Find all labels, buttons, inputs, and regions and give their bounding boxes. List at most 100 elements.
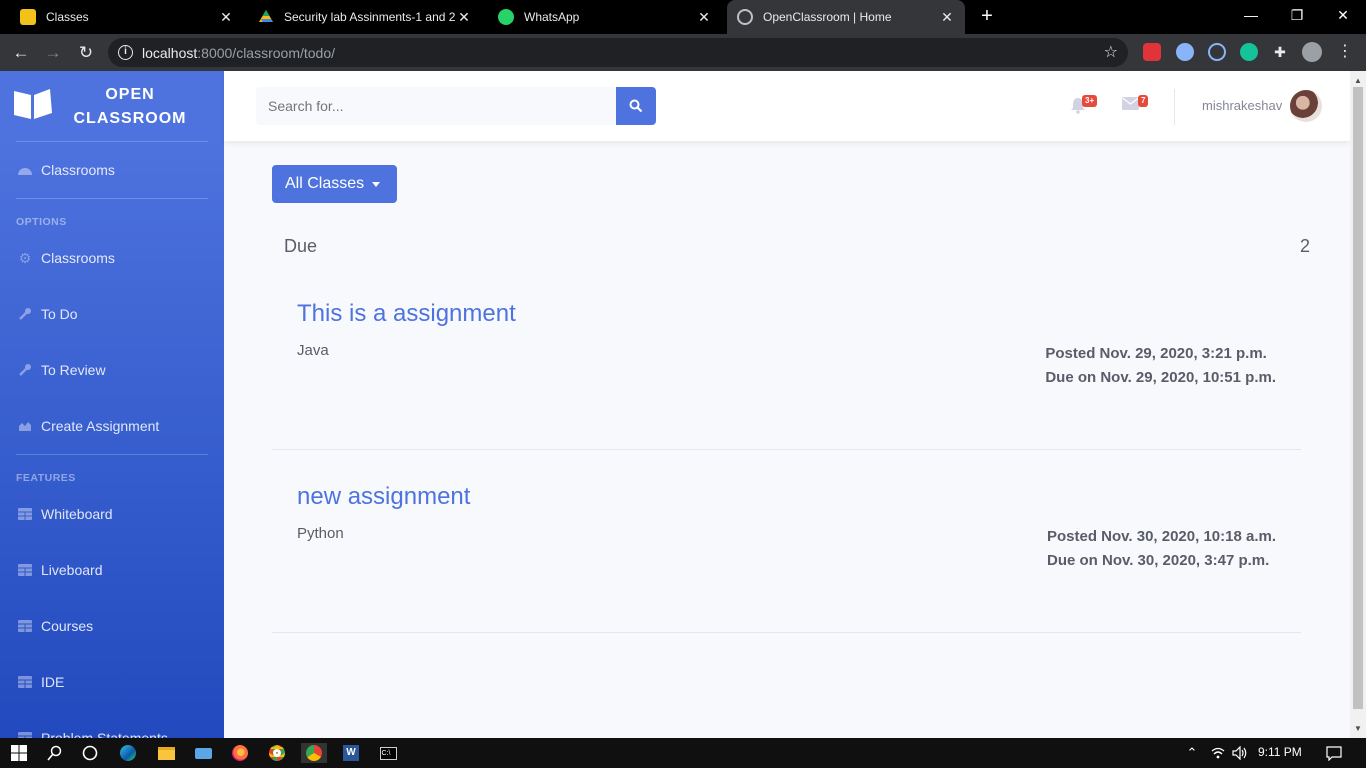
sidebar-item-label: Classrooms <box>41 250 115 266</box>
scroll-down-arrow-icon[interactable]: ▼ <box>1354 724 1362 733</box>
assignment-course: Python <box>297 525 344 542</box>
search-input[interactable] <box>256 87 616 125</box>
menu-kebab-icon[interactable]: ⋮ <box>1336 43 1354 61</box>
due-date: Due on Nov. 30, 2020, 3:47 p.m. <box>1046 552 1270 569</box>
reload-icon[interactable]: ↻ <box>73 40 99 66</box>
area-chart-icon <box>17 418 33 434</box>
globe-icon <box>737 9 753 25</box>
sidebar-item-ide[interactable]: IDE <box>0 662 224 702</box>
react-devtools-icon[interactable] <box>1208 43 1226 61</box>
sidebar-heading-features: FEATURES <box>16 472 76 484</box>
username[interactable]: mishrakeshav <box>1202 98 1282 113</box>
chrome-active-icon[interactable] <box>301 743 327 763</box>
sidebar-item-todo[interactable]: To Do <box>0 294 224 334</box>
search-icon[interactable] <box>45 743 65 763</box>
sidebar-item-create-assignment[interactable]: Create Assignment <box>0 406 224 446</box>
site-info-icon[interactable]: i <box>118 45 133 60</box>
tab-title: OpenClassroom | Home <box>763 10 892 24</box>
extension-icon[interactable] <box>1176 43 1194 61</box>
whatsapp-icon <box>498 9 514 25</box>
address-bar[interactable]: i localhost:8000/classroom/todo/ ☆ <box>108 38 1128 67</box>
sidebar-item-label: Liveboard <box>41 562 103 578</box>
avatar[interactable] <box>1290 90 1322 122</box>
minimize-icon[interactable]: — <box>1228 0 1274 32</box>
tab-security-lab[interactable]: Security lab Assinments-1 and 2.docx ✕ <box>248 0 482 34</box>
task-view-icon[interactable] <box>80 743 100 763</box>
table-icon <box>17 562 33 578</box>
sidebar-heading-options: OPTIONS <box>16 216 67 228</box>
table-icon <box>17 730 33 738</box>
page-scrollbar[interactable]: ▲ ▼ <box>1350 71 1366 738</box>
table-icon <box>17 506 33 522</box>
assignment-course: Java <box>297 342 329 359</box>
restore-icon[interactable]: ❐ <box>1274 0 1320 32</box>
tab-classes[interactable]: Classes ✕ <box>10 0 244 34</box>
close-window-icon[interactable]: ✕ <box>1320 0 1366 32</box>
tab-whatsapp[interactable]: WhatsApp ✕ <box>488 0 722 34</box>
puzzle-extensions-icon[interactable]: ✚ <box>1271 43 1289 61</box>
terminal-icon[interactable]: C:\ <box>378 743 398 763</box>
all-classes-dropdown[interactable]: All Classes <box>272 165 397 203</box>
close-tab-icon[interactable]: ✕ <box>456 9 472 26</box>
scrollbar-thumb[interactable] <box>1353 87 1363 709</box>
sidebar-item-label: Classrooms <box>41 162 115 178</box>
close-tab-icon[interactable]: ✕ <box>696 9 712 26</box>
close-tab-icon[interactable]: ✕ <box>939 9 955 26</box>
pocket-extension-icon[interactable] <box>1143 43 1161 61</box>
wifi-icon[interactable] <box>1208 743 1228 763</box>
wrench-icon <box>17 306 33 322</box>
keyboard-icon[interactable] <box>193 743 213 763</box>
sidebar-item-label: IDE <box>41 674 65 690</box>
assignment-dates: Posted Nov. 29, 2020, 3:21 p.m. Due on N… <box>1045 342 1276 390</box>
sidebar-item-to-review[interactable]: To Review <box>0 350 224 390</box>
grammarly-icon[interactable] <box>1240 43 1258 61</box>
file-explorer-icon[interactable] <box>156 743 176 763</box>
topbar-divider <box>1174 89 1175 125</box>
table-icon <box>17 618 33 634</box>
sidebar-item-liveboard[interactable]: Liveboard <box>0 550 224 590</box>
taskbar-clock[interactable]: 9:11 PM <box>1258 745 1302 759</box>
messages-badge: 7 <box>1138 95 1149 107</box>
brand[interactable]: OPEN CLASSROOM <box>0 71 224 141</box>
book-open-icon <box>14 89 52 119</box>
wrench-icon <box>17 362 33 378</box>
word-icon[interactable]: W <box>341 743 361 763</box>
browser-tab-strip: Classes ✕ Security lab Assinments-1 and … <box>0 0 1366 34</box>
tab-title: Classes <box>46 10 89 24</box>
chrome-icon[interactable] <box>267 743 287 763</box>
close-tab-icon[interactable]: ✕ <box>218 9 234 26</box>
forward-arrow-icon[interactable]: → <box>40 40 66 66</box>
tab-title: WhatsApp <box>524 10 580 24</box>
tab-openclassroom[interactable]: OpenClassroom | Home ✕ <box>727 0 965 34</box>
new-tab-button[interactable]: + <box>976 5 998 27</box>
google-drive-icon <box>258 9 274 25</box>
bookmark-star-icon[interactable]: ☆ <box>1104 42 1118 62</box>
back-arrow-icon[interactable]: ← <box>8 40 34 66</box>
sidebar-item-label: Problem Statements <box>41 730 168 738</box>
sidebar-item-classrooms-dashboard[interactable]: Classrooms <box>0 150 224 190</box>
posted-date: Posted Nov. 29, 2020, 3:21 p.m. <box>1045 345 1267 362</box>
notifications-icon[interactable] <box>1324 743 1344 763</box>
windows-start-icon[interactable] <box>9 743 29 763</box>
classroom-favicon-icon <box>20 9 36 25</box>
assignment-item: new assignment Python Posted Nov. 30, 20… <box>272 449 1301 633</box>
sidebar-divider <box>16 198 208 199</box>
volume-icon[interactable] <box>1230 743 1250 763</box>
sidebar-item-courses[interactable]: Courses <box>0 606 224 646</box>
gear-icon: ⚙ <box>18 249 32 266</box>
due-heading: Due <box>284 236 318 256</box>
profile-avatar-icon[interactable] <box>1302 42 1322 62</box>
firefox-icon[interactable] <box>230 743 250 763</box>
search-button[interactable] <box>616 87 656 125</box>
assignment-title-link[interactable]: This is a assignment <box>297 300 516 328</box>
chevron-up-icon[interactable]: ⌃ <box>1182 743 1202 763</box>
edge-icon[interactable] <box>118 743 138 763</box>
scroll-up-arrow-icon[interactable]: ▲ <box>1354 76 1362 85</box>
sidebar-item-label: To Do <box>41 306 78 322</box>
url-text[interactable]: localhost:8000/classroom/todo/ <box>142 45 335 61</box>
sidebar-item-whiteboard[interactable]: Whiteboard <box>0 494 224 534</box>
assignment-title-link[interactable]: new assignment <box>297 483 470 511</box>
sidebar-item-problem-statements[interactable]: Problem Statements <box>0 718 224 738</box>
sidebar-item-classrooms[interactable]: ⚙ Classrooms <box>0 238 224 278</box>
search-icon <box>629 99 643 113</box>
